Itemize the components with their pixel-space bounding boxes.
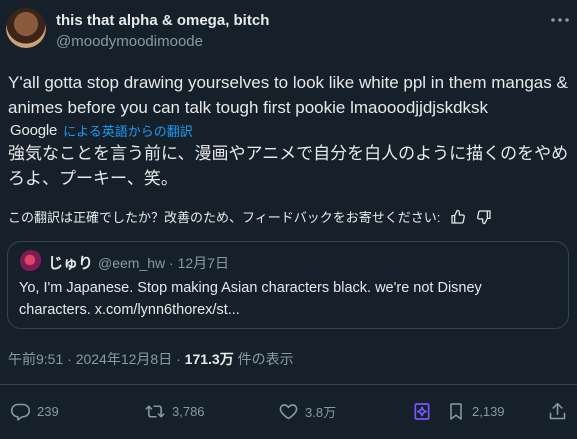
like-icon <box>278 401 299 422</box>
quote-handle: @eem_hw <box>98 255 166 271</box>
meta-separator: · <box>67 351 72 367</box>
google-logo: Google <box>10 122 58 139</box>
translation-feedback: この翻訳は正確でしたか？改善のため、フィードバックをお寄せください: <box>8 207 492 226</box>
thumbs-down-icon[interactable] <box>476 209 492 225</box>
grok-icon <box>412 401 432 422</box>
quoted-tweet[interactable]: じゅり @eem_hw · 12月7日 Yo, I'm Japanese. St… <box>7 241 569 329</box>
divider <box>0 384 577 385</box>
tweet-time[interactable]: 午前9:51 <box>8 351 63 367</box>
tweet-date[interactable]: 2024年12月8日 <box>76 351 173 367</box>
view-count: 171.3万 <box>184 351 234 367</box>
share-button[interactable] <box>547 401 568 422</box>
tweet-text: Y'all gotta stop drawing yourselves to l… <box>8 73 568 117</box>
quote-date: 12月7日 <box>177 255 229 271</box>
share-icon <box>547 401 568 422</box>
quote-separator: · <box>169 255 174 271</box>
translation-source-link[interactable]: による英語からの翻訳 <box>63 121 193 140</box>
like-button[interactable]: 3.8万 <box>278 401 336 422</box>
translation-attribution: Google による英語からの翻訳 <box>10 121 193 140</box>
author-display-name[interactable]: this that alpha & omega, bitch <box>56 12 269 29</box>
more-button[interactable] <box>548 10 572 30</box>
meta-separator-2: · <box>176 351 181 367</box>
view-label: 件の表示 <box>237 351 294 367</box>
bookmark-button[interactable]: 2,139 <box>446 401 505 422</box>
repost-icon <box>144 401 166 422</box>
translated-text: 強気なことを言う前に、漫画やアニメで自分を白人のように描くのをやめろよ、プーキー… <box>8 144 569 188</box>
bookmark-count: 2,139 <box>472 404 505 419</box>
quote-display-name: じゅり <box>48 255 94 272</box>
bookmark-icon <box>446 401 466 422</box>
tweet-meta: 午前9:51 · 2024年12月8日 · 171.3万 件の表示 <box>8 349 294 369</box>
like-count: 3.8万 <box>305 405 337 420</box>
feedback-prompt: この翻訳は正確でしたか？改善のため、フィードバックをお寄せください: <box>8 210 441 225</box>
author-avatar[interactable] <box>6 8 46 48</box>
more-icon <box>551 18 569 22</box>
quote-text: Yo, I'm Japanese. Stop making Asian char… <box>19 280 482 318</box>
repost-button[interactable]: 3,786 <box>144 401 205 422</box>
quote-avatar <box>20 250 42 272</box>
reply-button[interactable]: 239 <box>10 401 59 422</box>
quote-meta: @eem_hw · 12月7日 <box>98 253 229 273</box>
author-handle[interactable]: @moodymoodimoode <box>56 33 203 50</box>
repost-count: 3,786 <box>172 404 205 419</box>
reply-icon <box>10 401 31 422</box>
grok-button[interactable] <box>412 401 432 422</box>
reply-count: 239 <box>37 404 59 419</box>
thumbs-up-icon[interactable] <box>450 209 466 225</box>
